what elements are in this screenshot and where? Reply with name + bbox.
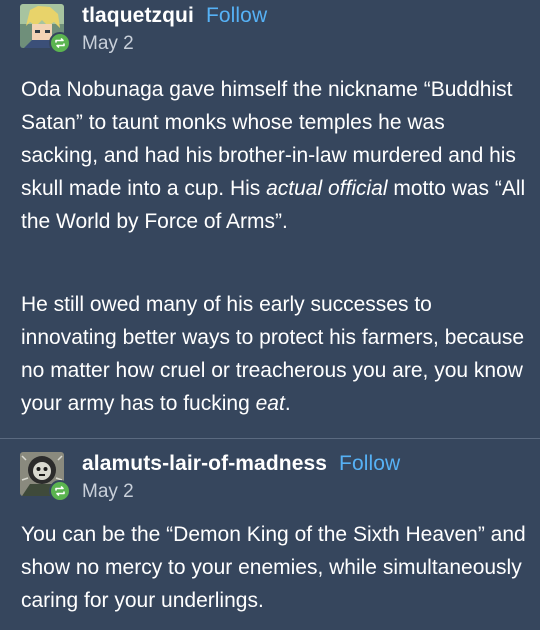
post-date: May 2 <box>82 481 134 502</box>
follow-button[interactable]: Follow <box>206 4 267 27</box>
paragraph-text: . <box>284 392 291 415</box>
post-paragraph: He still owed many of his early successe… <box>21 288 526 420</box>
username[interactable]: tlaquetzqui Follow <box>82 4 267 28</box>
post-header-1: tlaquetzqui Follow May 2 <box>20 2 520 58</box>
post-divider <box>0 438 540 439</box>
username-text[interactable]: tlaquetzqui <box>82 4 194 27</box>
post-date: May 2 <box>82 33 134 54</box>
username-text[interactable]: alamuts-lair-of-madness <box>82 452 327 475</box>
reblog-icon <box>49 480 71 502</box>
post-header-2: alamuts-lair-of-madness Follow May 2 <box>20 450 520 506</box>
post-paragraph: Oda Nobunaga gave himself the nickname “… <box>21 73 526 238</box>
paragraph-emphasis: actual official <box>266 177 388 200</box>
username[interactable]: alamuts-lair-of-madness Follow <box>82 452 400 476</box>
post-paragraph: You can be the “Demon King of the Sixth … <box>21 518 526 617</box>
paragraph-text: You can be the “Demon King of the Sixth … <box>21 523 526 612</box>
paragraph-emphasis: eat <box>255 392 285 415</box>
follow-button[interactable]: Follow <box>339 452 400 475</box>
reblog-icon <box>49 32 71 54</box>
